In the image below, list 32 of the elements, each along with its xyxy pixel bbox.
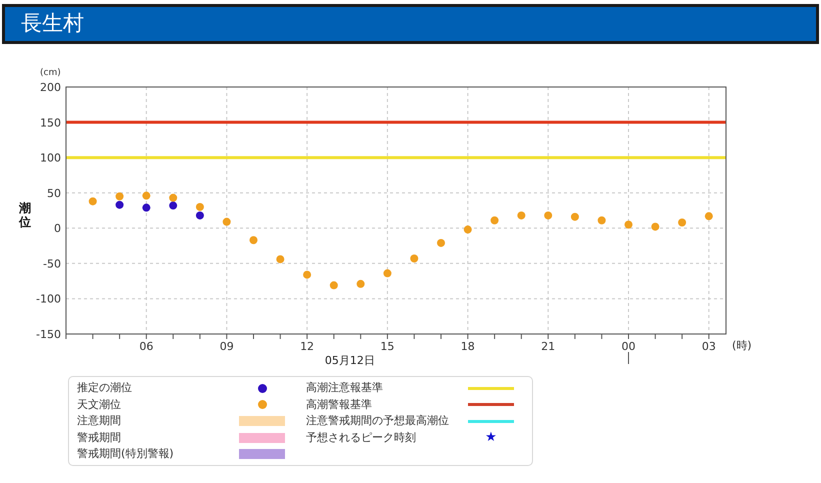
x-tick-label: 15 (380, 340, 394, 353)
y-tick-label: 200 (40, 81, 61, 94)
y-tick-label: -150 (36, 328, 61, 341)
x-tick-label: 03 (702, 340, 716, 353)
legend-label: 注意警戒期間の予想最高潮位 (306, 413, 450, 429)
star-icon: ★ (485, 431, 497, 444)
x-tick-label: 00 (622, 340, 636, 353)
x-tick-label: 18 (460, 340, 475, 353)
legend-label: 注意期間 (77, 413, 122, 429)
y-axis-title: 潮位 (19, 201, 31, 229)
y-tick-label: 0 (54, 222, 61, 236)
x-tick-label: 21 (541, 340, 556, 353)
legend-label: 警戒期間 (77, 430, 122, 446)
y-tick-label: -50 (43, 257, 61, 270)
y-unit-label: (cm) (40, 68, 61, 78)
legend-label: 推定の潮位 (77, 380, 133, 396)
legend-label: 天文潮位 (77, 396, 122, 412)
legend-label: 高潮注意報基準 (306, 380, 384, 396)
x-tick-label: 06 (139, 340, 154, 353)
y-tick-label: 150 (40, 116, 61, 130)
day-marker (628, 352, 629, 364)
page-title: 長生村 (21, 10, 84, 38)
y-tick-label: 50 (47, 186, 61, 200)
y-tick-label: 100 (40, 152, 61, 165)
y-tick-label: -100 (36, 292, 61, 306)
legend-label: 警戒期間(特別警報) (77, 446, 175, 462)
x-tick-label: 12 (300, 340, 314, 353)
x-unit-label: (時) (732, 339, 752, 352)
date-label: 05月12日 (324, 354, 375, 367)
x-tick-label: 09 (220, 340, 234, 353)
legend-label: 予想されるピーク時刻 (306, 430, 417, 446)
legend-label: 高潮警報基準 (306, 396, 373, 412)
